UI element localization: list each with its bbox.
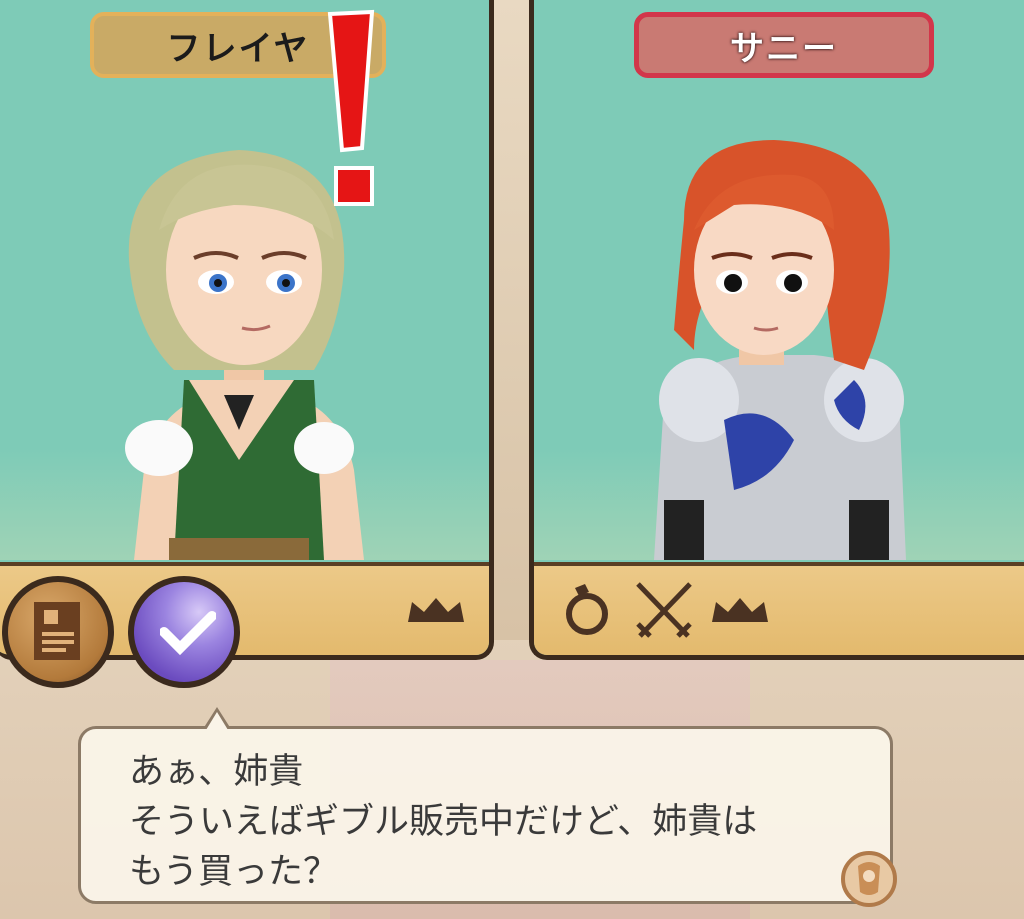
dialogue-line-1: あぁ、姉貴 [129, 752, 304, 792]
dialogue-box[interactable]: あぁ、姉貴 そういえばギブル販売中だけど、姉貴は もう買った？ [78, 707, 893, 904]
scroll-icon[interactable] [838, 848, 900, 910]
crown-icon [408, 598, 464, 622]
freya-avatar [125, 150, 364, 560]
document-button[interactable] [2, 576, 114, 688]
character-panel-freya: フレイヤ [0, 0, 494, 660]
character-stage-freya [0, 0, 489, 560]
ring-icon [566, 584, 608, 635]
speaker-name-sunny: サニー [634, 12, 934, 78]
crown-icon [712, 598, 768, 622]
character-stage-sunny [534, 0, 1024, 560]
checkmark-icon [160, 611, 216, 656]
background-hall-strip [494, 0, 530, 640]
dialogue-line-2: そういえばギブル販売中だけど、姉貴は [129, 802, 758, 842]
confirm-button[interactable] [128, 576, 240, 688]
character-panel-sunny: サニー [529, 0, 1024, 660]
crossed-swords-icon [636, 582, 692, 638]
dialogue-tail-inner [206, 712, 228, 730]
exclamation-icon [327, 9, 375, 206]
sunny-avatar [654, 140, 906, 560]
dialogue-line-3: もう買った？ [129, 852, 338, 892]
document-icon [34, 602, 80, 660]
